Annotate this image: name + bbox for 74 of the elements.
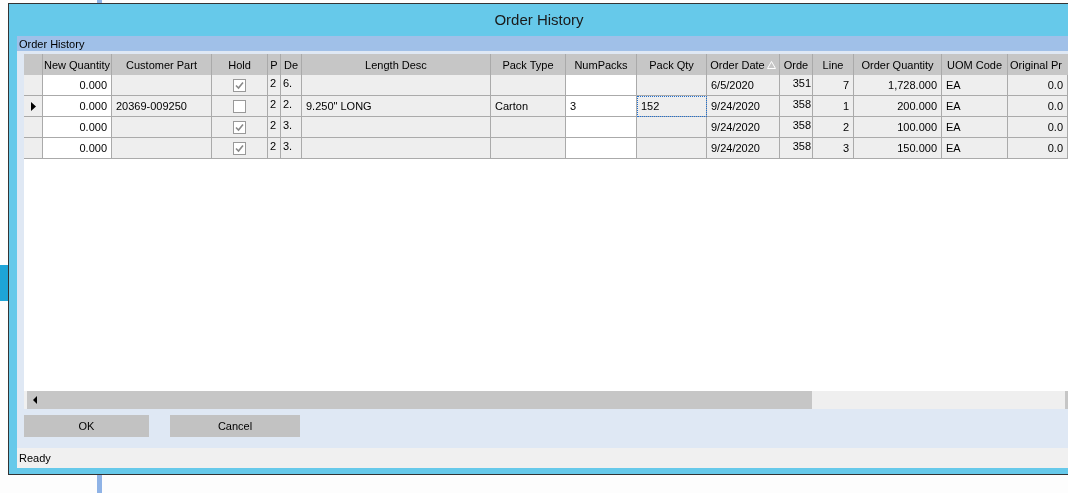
cancel-button[interactable]: Cancel — [170, 415, 300, 437]
table-cell: 100.000 — [854, 117, 942, 138]
scroll-left-button[interactable] — [24, 391, 43, 409]
table-cell: 2 — [268, 138, 281, 159]
table-cell: 20369-009250 — [112, 96, 212, 117]
table-cell: 358 — [780, 138, 813, 159]
table-cell: 200.000 — [854, 96, 942, 117]
group-title: Order History — [19, 37, 85, 50]
column-header[interactable]: Customer Part — [112, 54, 212, 75]
table-cell[interactable] — [566, 117, 637, 138]
table-cell: 9.250" LONG — [302, 96, 491, 117]
column-header[interactable]: Order Quantity — [854, 54, 942, 75]
table-cell: 351 — [780, 75, 813, 96]
column-header[interactable]: NumPacks — [566, 54, 637, 75]
column-header[interactable]: Length Desc — [302, 54, 491, 75]
column-header[interactable]: Hold — [212, 54, 268, 75]
table-cell: 0.0 — [1008, 96, 1068, 117]
ok-button[interactable]: OK — [24, 415, 149, 437]
hold-checkbox[interactable] — [233, 120, 246, 134]
left-arrow-icon — [33, 396, 37, 404]
hold-checkbox[interactable] — [233, 141, 246, 155]
window-title: Order History — [494, 10, 584, 28]
table-cell: 0.0 — [1008, 75, 1068, 96]
column-header[interactable]: Order Date — [707, 54, 780, 75]
table-cell: 3. — [281, 138, 302, 159]
row-header-corner — [24, 54, 43, 75]
table-cell[interactable] — [566, 138, 637, 159]
table-cell: 1,728.000 — [854, 75, 942, 96]
table-cell: EA — [942, 96, 1008, 117]
table-cell[interactable] — [566, 75, 637, 96]
table-cell: 3 — [813, 138, 854, 159]
table-cell[interactable]: 0.000 — [43, 96, 112, 117]
column-header[interactable]: Line — [813, 54, 854, 75]
table-cell: EA — [942, 138, 1008, 159]
table-cell: 2. — [281, 96, 302, 117]
table-cell: 152 — [637, 96, 707, 117]
table-cell: 358 — [780, 96, 813, 117]
column-header[interactable]: Original Pr — [1008, 54, 1068, 75]
column-header[interactable]: Orde — [780, 54, 813, 75]
table-cell[interactable]: 0.000 — [43, 138, 112, 159]
table-cell: 9/24/2020 — [707, 138, 780, 159]
table-cell: 6. — [281, 75, 302, 96]
scrollbar-thumb[interactable] — [43, 391, 812, 409]
table-cell: 7 — [813, 75, 854, 96]
column-header[interactable]: De — [281, 54, 302, 75]
table-cell: 358 — [780, 117, 813, 138]
current-row-icon — [30, 101, 36, 111]
table-cell[interactable]: 3 — [566, 96, 637, 117]
column-header[interactable]: UOM Code — [942, 54, 1008, 75]
table-cell: 3. — [281, 117, 302, 138]
column-header[interactable]: New Quantity — [43, 54, 112, 75]
table-cell: EA — [942, 117, 1008, 138]
hold-checkbox[interactable] — [233, 99, 246, 113]
column-header[interactable]: Pack Type — [491, 54, 566, 75]
table-cell: 150.000 — [854, 138, 942, 159]
table-cell: 2 — [268, 75, 281, 96]
table-cell: Carton — [491, 96, 566, 117]
table-cell: 0.0 — [1008, 138, 1068, 159]
table-cell: 2 — [268, 96, 281, 117]
row-selector[interactable] — [24, 96, 43, 117]
column-header[interactable]: P — [268, 54, 281, 75]
table-cell: 2 — [268, 117, 281, 138]
table-cell: 9/24/2020 — [707, 96, 780, 117]
table-cell[interactable]: 0.000 — [43, 75, 112, 96]
table-cell: 9/24/2020 — [707, 117, 780, 138]
status-text: Ready — [19, 452, 51, 464]
table-cell[interactable]: 0.000 — [43, 117, 112, 138]
table-cell: EA — [942, 75, 1008, 96]
table-cell: 1 — [813, 96, 854, 117]
table-cell: 2 — [813, 117, 854, 138]
hold-checkbox[interactable] — [233, 78, 246, 92]
table-cell: 0.0 — [1008, 117, 1068, 138]
column-header[interactable]: Pack Qty — [637, 54, 707, 75]
table-cell: 6/5/2020 — [707, 75, 780, 96]
